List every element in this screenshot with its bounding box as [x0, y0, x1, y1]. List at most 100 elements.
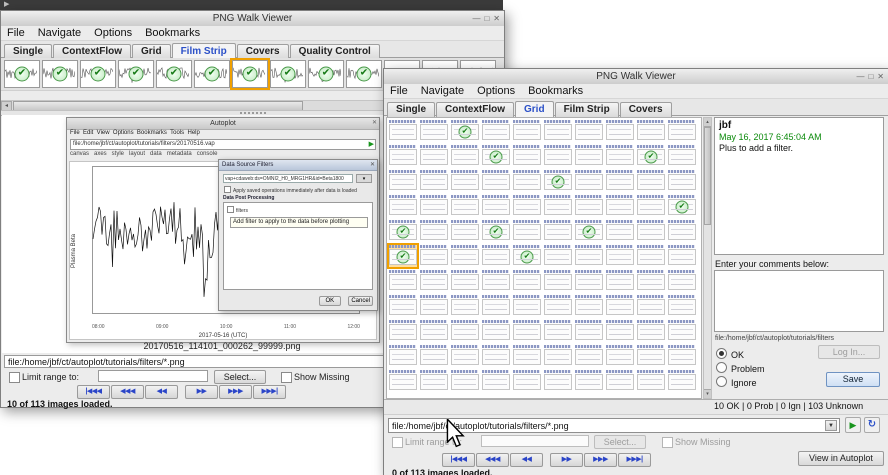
- comment-textarea[interactable]: [714, 270, 884, 332]
- grid-thumb[interactable]: [481, 369, 511, 393]
- view-in-autoplot-button[interactable]: View in Autoplot: [798, 451, 884, 466]
- grid-thumb[interactable]: [512, 194, 542, 218]
- grid-thumb[interactable]: [512, 144, 542, 168]
- grid-thumb[interactable]: [574, 169, 604, 193]
- nav-next-page-button[interactable]: ▶▶▶: [219, 385, 252, 399]
- grid-thumb[interactable]: [667, 244, 697, 268]
- nav-next-button[interactable]: ▶▶: [550, 453, 583, 467]
- filmstrip-thumb[interactable]: ✔: [80, 60, 116, 88]
- minimize-icon[interactable]: —: [472, 14, 480, 23]
- nav-prev-page-button[interactable]: ◀◀◀: [476, 453, 509, 467]
- grid-thumb[interactable]: [574, 369, 604, 393]
- grid-thumb[interactable]: [543, 219, 573, 243]
- limit-range-field[interactable]: [481, 435, 589, 447]
- grid-thumb[interactable]: [419, 294, 449, 318]
- nav-prev-page-button[interactable]: ◀◀◀: [111, 385, 144, 399]
- nav-last-button[interactable]: ▶▶▶|: [618, 453, 651, 467]
- grid-thumb[interactable]: [605, 294, 635, 318]
- grid-thumb[interactable]: [636, 369, 666, 393]
- grid-thumb[interactable]: [574, 294, 604, 318]
- back-tab-contextflow[interactable]: ContextFlow: [53, 44, 132, 59]
- grid-thumb[interactable]: [450, 219, 480, 243]
- front-titlebar[interactable]: PNG Walk Viewer — □ ✕: [384, 69, 888, 85]
- nav-prev-button[interactable]: ◀◀: [510, 453, 543, 467]
- grid-thumb[interactable]: [450, 294, 480, 318]
- grid-thumb[interactable]: [512, 344, 542, 368]
- grid-thumb[interactable]: [667, 144, 697, 168]
- radio-ignore[interactable]: Ignore: [716, 373, 765, 388]
- grid-thumb[interactable]: [481, 194, 511, 218]
- grid-thumb[interactable]: [543, 294, 573, 318]
- grid-thumb[interactable]: [419, 219, 449, 243]
- filmstrip-thumb[interactable]: ✔: [346, 60, 382, 88]
- filmstrip-thumb[interactable]: ✔: [308, 60, 344, 88]
- grid-thumb[interactable]: [574, 144, 604, 168]
- grid-thumb[interactable]: [605, 194, 635, 218]
- grid-thumb[interactable]: [543, 269, 573, 293]
- radio-ok[interactable]: OK: [716, 345, 765, 360]
- grid-thumb[interactable]: [667, 169, 697, 193]
- filmstrip-thumb[interactable]: ✔: [156, 60, 192, 88]
- grid-thumb[interactable]: [574, 344, 604, 368]
- grid-thumb[interactable]: [419, 169, 449, 193]
- grid-thumb[interactable]: [419, 144, 449, 168]
- login-button[interactable]: Log In...: [818, 345, 880, 359]
- grid-thumb[interactable]: [450, 344, 480, 368]
- grid-thumb[interactable]: [388, 119, 418, 143]
- grid-thumb[interactable]: [636, 344, 666, 368]
- grid-thumb[interactable]: [543, 319, 573, 343]
- grid-thumb[interactable]: [636, 219, 666, 243]
- grid-thumb[interactable]: [450, 144, 480, 168]
- grid-thumb[interactable]: [636, 244, 666, 268]
- select-button[interactable]: Select...: [594, 435, 646, 449]
- grid-thumb[interactable]: [388, 144, 418, 168]
- front-tab-film-strip[interactable]: Film Strip: [554, 102, 619, 117]
- grid-thumb[interactable]: [450, 169, 480, 193]
- grid-thumb[interactable]: [419, 344, 449, 368]
- grid-thumb[interactable]: [419, 269, 449, 293]
- grid-thumb[interactable]: ✔: [543, 169, 573, 193]
- back-tab-covers[interactable]: Covers: [236, 44, 289, 59]
- grid-thumb[interactable]: [481, 269, 511, 293]
- scrollbar-thumb[interactable]: [704, 127, 711, 225]
- reload-button[interactable]: ↻: [864, 417, 880, 433]
- close-icon[interactable]: ✕: [493, 14, 500, 23]
- grid-thumb[interactable]: [667, 119, 697, 143]
- grid-thumb[interactable]: [574, 319, 604, 343]
- show-missing-checkbox[interactable]: [281, 372, 292, 383]
- nav-last-button[interactable]: ▶▶▶|: [253, 385, 286, 399]
- back-tab-grid[interactable]: Grid: [132, 44, 171, 59]
- grid-thumb[interactable]: [543, 244, 573, 268]
- grid-thumb[interactable]: ✔: [667, 194, 697, 218]
- grid-thumb[interactable]: [450, 244, 480, 268]
- nav-next-button[interactable]: ▶▶: [185, 385, 218, 399]
- scroll-up-icon[interactable]: ▴: [704, 118, 711, 127]
- grid-thumb[interactable]: [419, 244, 449, 268]
- radio-problem[interactable]: Problem: [716, 359, 765, 374]
- filmstrip-thumb[interactable]: ✔: [232, 60, 268, 88]
- filmstrip-thumb[interactable]: ✔: [4, 60, 40, 88]
- grid-thumb[interactable]: [605, 144, 635, 168]
- grid-thumb[interactable]: ✔: [388, 219, 418, 243]
- grid-thumb[interactable]: [605, 269, 635, 293]
- grid-thumb[interactable]: [481, 294, 511, 318]
- grid-thumb[interactable]: ✔: [636, 144, 666, 168]
- grid-thumb[interactable]: [512, 119, 542, 143]
- grid-thumb[interactable]: [388, 169, 418, 193]
- front-tab-single[interactable]: Single: [387, 102, 436, 117]
- grid-thumb[interactable]: [636, 119, 666, 143]
- chevron-down-icon[interactable]: ▼: [825, 420, 837, 431]
- grid-thumb[interactable]: [605, 369, 635, 393]
- grid-thumb[interactable]: [574, 119, 604, 143]
- front-menu-file[interactable]: File: [390, 85, 408, 97]
- grid-thumb[interactable]: [605, 319, 635, 343]
- nav-first-button[interactable]: |◀◀◀: [442, 453, 475, 467]
- limit-range-checkbox[interactable]: [392, 437, 403, 448]
- grid-thumb[interactable]: [419, 369, 449, 393]
- grid-thumb[interactable]: ✔: [481, 144, 511, 168]
- filmstrip-thumb[interactable]: ✔: [42, 60, 78, 88]
- scroll-down-icon[interactable]: ▾: [704, 389, 711, 398]
- grid-thumb[interactable]: [388, 294, 418, 318]
- grid-thumb[interactable]: [543, 194, 573, 218]
- grid-thumb[interactable]: [667, 319, 697, 343]
